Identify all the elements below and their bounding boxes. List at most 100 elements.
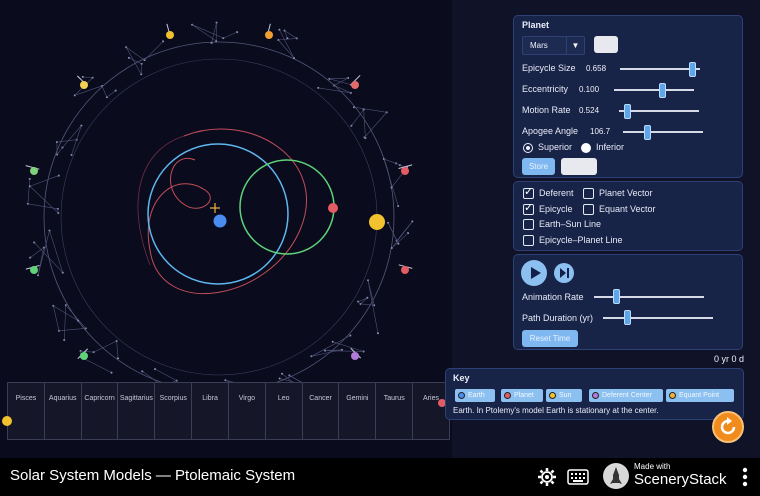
checkbox-equant-vector[interactable] xyxy=(583,203,594,215)
sky-view: Pisces Aquarius Capricorn Sagittarius Scorpi… xyxy=(0,0,452,458)
planet-color-swatch-button[interactable] xyxy=(594,36,618,53)
checkbox-label-5: Epicycle–Planet Line xyxy=(539,234,623,245)
slider-thumb-3[interactable] xyxy=(644,125,651,140)
constellation-line xyxy=(34,242,63,273)
slider-value-2: 0.524 xyxy=(579,106,600,115)
checkbox-planet-vector[interactable] xyxy=(583,188,594,199)
slider-label-3: Apogee Angle xyxy=(522,126,579,136)
constellation-line xyxy=(351,109,364,126)
constellation-line xyxy=(29,175,59,187)
planet-body[interactable] xyxy=(328,203,338,213)
constellation-line xyxy=(106,90,116,98)
constellation-line xyxy=(116,341,119,359)
constellation-line xyxy=(391,221,413,249)
slider-thumb-1[interactable] xyxy=(659,83,666,98)
ring-planet-marker xyxy=(401,266,409,274)
checkbox-label-1: Planet Vector xyxy=(599,188,653,198)
constellation-line xyxy=(360,297,368,305)
planet-panel-heading: Planet xyxy=(522,20,550,30)
ring-planet-marker xyxy=(80,81,88,89)
path-duration-track[interactable] xyxy=(603,317,713,319)
slider-label-1: Eccentricity xyxy=(522,84,569,94)
key-chip-equant-point[interactable]: Equant Point xyxy=(666,389,734,402)
constellation-line xyxy=(383,158,399,207)
checkbox-epicycle[interactable] xyxy=(523,201,534,215)
made-with-label: Made with xyxy=(634,462,671,471)
earth-body[interactable] xyxy=(213,214,227,228)
checkbox-label-3: Equant Vector xyxy=(599,203,656,214)
ring-planet-marker xyxy=(30,167,38,175)
triangle-down-icon[interactable]: ▼ xyxy=(566,37,584,54)
checkbox-epicycle-planet-line[interactable] xyxy=(523,234,534,246)
ring-planet-marker xyxy=(351,352,359,360)
reset-time-button[interactable]: Reset Time xyxy=(522,330,578,347)
constellation-line xyxy=(284,30,297,39)
path-duration-label: Path Duration (yr) xyxy=(522,313,594,323)
key-chip-dot xyxy=(669,392,676,399)
radio-superior[interactable] xyxy=(523,143,533,153)
constellation-line xyxy=(63,305,67,340)
zodiac-cell-capricorn: Capricorn xyxy=(82,383,119,439)
step-forward-button[interactable] xyxy=(554,263,574,283)
planet-path-trail xyxy=(147,128,307,294)
slider-track-3[interactable] xyxy=(623,131,703,133)
keyboard-icon[interactable] xyxy=(567,468,589,486)
step-forward-icon xyxy=(560,268,569,278)
constellation-line xyxy=(311,335,351,357)
slider-track-2[interactable] xyxy=(619,110,699,112)
ring-planet-marker xyxy=(30,266,38,274)
sim-title: Solar System Models — Ptolemaic System xyxy=(10,467,296,484)
restore-button[interactable] xyxy=(561,158,597,175)
slider-thumb-0[interactable] xyxy=(689,62,696,77)
checkbox-earth-sun-line[interactable] xyxy=(523,219,534,230)
key-chip-planet[interactable]: Planet xyxy=(501,389,543,402)
zodiac-cell-aquarius: Aquarius xyxy=(45,383,82,439)
slider-track-0[interactable] xyxy=(620,68,700,70)
reset-all-icon xyxy=(720,417,736,435)
constellation-line xyxy=(53,305,60,331)
animation-rate-thumb[interactable] xyxy=(613,289,620,304)
radio-inferior[interactable] xyxy=(581,143,591,153)
slider-value-1: 0.100 xyxy=(579,85,600,94)
zodiac-cell-cancer: Cancer xyxy=(303,383,340,439)
slider-thumb-2[interactable] xyxy=(624,104,631,119)
visibility-panel: Deferent Planet Vector Epicycle Equant Vect… xyxy=(513,181,743,251)
ring-planet-marker xyxy=(80,352,88,360)
play-button[interactable] xyxy=(521,260,547,286)
kebab-menu-icon[interactable] xyxy=(741,466,749,488)
constellation-line xyxy=(363,109,366,138)
ring-planet-marker xyxy=(351,81,359,89)
ring-planet-marker xyxy=(265,31,273,39)
path-duration-thumb[interactable] xyxy=(624,310,632,325)
key-chip-earth[interactable]: Earth xyxy=(455,389,495,402)
constellation-line xyxy=(358,297,368,302)
constellation-line xyxy=(144,41,164,61)
gear-icon[interactable] xyxy=(537,467,557,487)
zodiac-cell-aries: Aries xyxy=(423,395,439,402)
checkbox-deferent[interactable] xyxy=(523,185,534,199)
key-chip-deferent-center[interactable]: Deferent Center xyxy=(589,389,663,402)
slider-value-3: 106.7 xyxy=(590,127,611,136)
constellation-line xyxy=(58,328,86,332)
scenerystack-logo-icon xyxy=(603,463,629,489)
key-chip-dot xyxy=(504,392,511,399)
key-chip-label: Earth xyxy=(468,392,485,399)
zodiac-cell-virgo: Virgo xyxy=(229,383,266,439)
reset-all-button[interactable] xyxy=(712,411,744,443)
planet-select[interactable]: Mars ▼ xyxy=(522,36,585,55)
key-chip-label: Deferent Center xyxy=(602,392,652,399)
constellation-line xyxy=(360,303,375,306)
constellation-line xyxy=(329,77,349,80)
animation-rate-track[interactable] xyxy=(594,296,704,298)
sun-body xyxy=(369,214,385,230)
slider-track-1[interactable] xyxy=(614,89,694,91)
key-description: Earth. In Ptolemy's model Earth is stati… xyxy=(453,406,659,415)
navigation-bar: Solar System Models — Ptolemaic System M… xyxy=(0,458,760,496)
store-button[interactable]: Store xyxy=(522,158,555,175)
key-chip-sun[interactable]: Sun xyxy=(546,389,582,402)
zodiac-cell-sagittarius: Sagittarius xyxy=(118,383,156,439)
planet-panel: Planet Mars ▼ Epicycle Size 0.658 Eccentri… xyxy=(513,15,743,178)
slider-label-0: Epicycle Size xyxy=(522,63,576,73)
brand-label: SceneryStack xyxy=(634,471,727,488)
key-chip-label: Planet xyxy=(514,392,534,399)
